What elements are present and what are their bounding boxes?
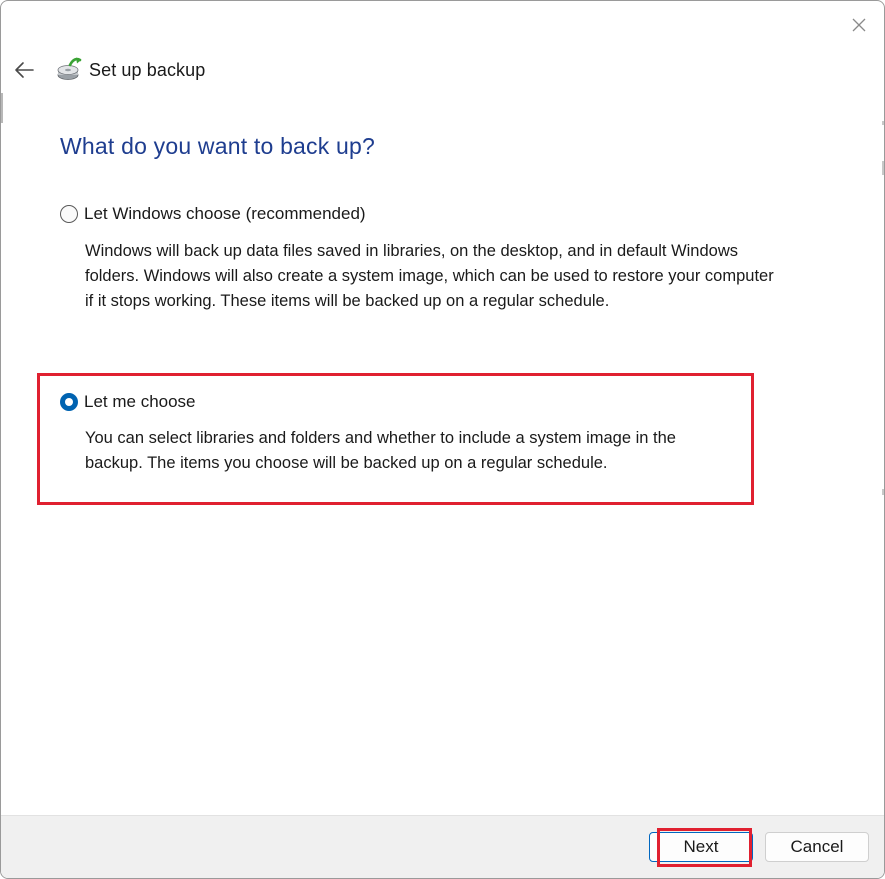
cancel-button[interactable]: Cancel	[765, 832, 869, 862]
backup-drive-icon	[57, 57, 82, 80]
description-line: Windows will back up data files saved in…	[85, 242, 739, 260]
option-description: You can select libraries and folders and…	[85, 426, 676, 476]
radio-button-checked[interactable]	[60, 393, 78, 411]
window-edge-mark	[882, 121, 884, 125]
window-title: Set up backup	[89, 60, 206, 80]
close-icon	[852, 18, 866, 32]
window-edge-mark	[882, 161, 884, 175]
radio-option-let-windows-choose[interactable]: Let Windows choose (recommended)	[60, 204, 366, 224]
window-edge-mark	[1, 93, 3, 123]
description-line: folders. Windows will also create a syst…	[85, 267, 774, 285]
close-button[interactable]	[839, 7, 879, 43]
radio-option-let-me-choose[interactable]: Let me choose	[60, 392, 196, 412]
window-edge-mark	[882, 489, 884, 495]
back-arrow-icon	[15, 62, 34, 78]
back-button[interactable]	[9, 55, 39, 85]
radio-button-unchecked[interactable]	[60, 205, 78, 223]
dialog-footer: Next Cancel	[1, 815, 884, 878]
description-line: if it stops working. These items will be…	[85, 292, 610, 310]
option-description: Windows will back up data files saved in…	[85, 239, 774, 314]
description-line: backup. The items you choose will be bac…	[85, 454, 608, 472]
setup-backup-window: Set up backup What do you want to back u…	[0, 0, 885, 879]
description-line: You can select libraries and folders and…	[85, 429, 676, 447]
option-label: Let Windows choose (recommended)	[84, 204, 366, 223]
option-label: Let me choose	[84, 392, 196, 411]
next-button[interactable]: Next	[649, 832, 753, 862]
page-heading: What do you want to back up?	[60, 133, 376, 159]
